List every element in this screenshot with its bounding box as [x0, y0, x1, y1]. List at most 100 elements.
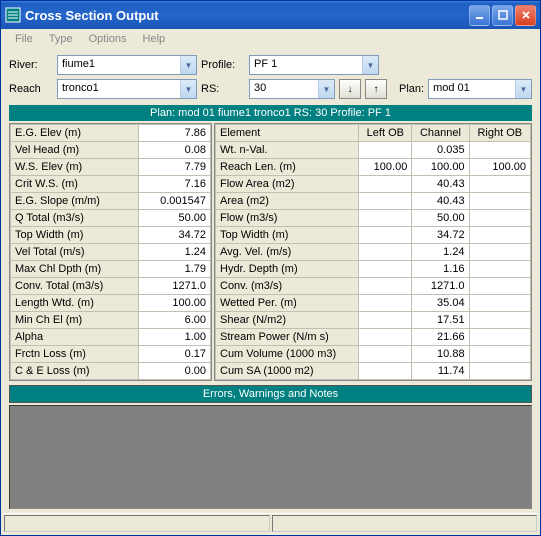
minimize-button[interactable] — [469, 5, 490, 26]
status-cell — [4, 515, 270, 532]
dropdown-arrow-icon: ▼ — [362, 56, 378, 74]
cell-channel: 100.00 — [412, 159, 469, 176]
table-row[interactable]: Shear (N/m2)17.51 — [216, 312, 531, 329]
table-row[interactable]: W.S. Elev (m)7.79 — [11, 159, 211, 176]
row-label: Alpha — [11, 329, 139, 346]
menu-type[interactable]: Type — [41, 31, 81, 47]
table-row[interactable]: Frctn Loss (m)0.17 — [11, 346, 211, 363]
errors-bar: Errors, Warnings and Notes — [9, 385, 532, 403]
row-value: 7.16 — [138, 176, 210, 193]
errors-area[interactable] — [9, 405, 532, 509]
table-row[interactable]: Reach Len. (m)100.00100.00100.00 — [216, 159, 531, 176]
row-label: Q Total (m3/s) — [11, 210, 139, 227]
dropdown-arrow-icon: ▼ — [318, 80, 334, 98]
table-row[interactable]: E.G. Slope (m/m)0.001547 — [11, 193, 211, 210]
cell-channel: 17.51 — [412, 312, 469, 329]
row-label: Avg. Vel. (m/s) — [216, 244, 359, 261]
menu-file[interactable]: File — [7, 31, 41, 47]
table-row[interactable]: Alpha1.00 — [11, 329, 211, 346]
table-row[interactable]: Hydr. Depth (m) 1.16 — [216, 261, 531, 278]
table-header-row: ElementLeft OBChannelRight OB — [216, 125, 531, 142]
river-label: River: — [9, 59, 53, 71]
table-row[interactable]: Length Wtd. (m)100.00 — [11, 295, 211, 312]
row-label: Length Wtd. (m) — [11, 295, 139, 312]
river-value: fiume1 — [58, 56, 180, 74]
maximize-button[interactable] — [492, 5, 513, 26]
cell-rightob — [469, 346, 530, 363]
table-row[interactable]: E.G. Elev (m)7.86 — [11, 125, 211, 142]
cell-channel: 11.74 — [412, 363, 469, 380]
table-row[interactable]: Top Width (m)34.72 — [216, 227, 531, 244]
rs-select[interactable]: 30 ▼ — [249, 79, 335, 99]
plan-select[interactable]: mod 01 ▼ — [428, 79, 532, 99]
row-label: Flow (m3/s) — [216, 210, 359, 227]
row-label: Wt. n-Val. — [216, 142, 359, 159]
rs-up-button[interactable]: ↑ — [365, 79, 387, 99]
table-row[interactable]: Cum Volume (1000 m3)10.88 — [216, 346, 531, 363]
plan-value: mod 01 — [429, 80, 515, 98]
window-title: Cross Section Output — [25, 8, 467, 23]
cell-leftob — [359, 261, 412, 278]
row-label: E.G. Slope (m/m) — [11, 193, 139, 210]
cell-leftob — [359, 329, 412, 346]
close-button[interactable] — [515, 5, 536, 26]
menu-help[interactable]: Help — [135, 31, 174, 47]
row-value: 34.72 — [138, 227, 210, 244]
cell-channel: 21.66 — [412, 329, 469, 346]
table-row[interactable]: Area (m2)40.43 — [216, 193, 531, 210]
cell-leftob — [359, 312, 412, 329]
table-row[interactable]: Stream Power (N/m s) 21.66 — [216, 329, 531, 346]
table-row[interactable]: Wetted Per. (m)35.04 — [216, 295, 531, 312]
table-row[interactable]: Top Width (m)34.72 — [11, 227, 211, 244]
river-select[interactable]: fiume1 ▼ — [57, 55, 197, 75]
row-label: Hydr. Depth (m) — [216, 261, 359, 278]
row-value: 1.79 — [138, 261, 210, 278]
col-channel: Channel — [412, 125, 469, 142]
table-row[interactable]: Max Chl Dpth (m)1.79 — [11, 261, 211, 278]
table-row[interactable]: Crit W.S. (m)7.16 — [11, 176, 211, 193]
table-row[interactable]: Vel Head (m)0.08 — [11, 142, 211, 159]
col-leftob: Left OB — [359, 125, 412, 142]
table-row[interactable]: Flow Area (m2)40.43 — [216, 176, 531, 193]
cell-channel: 34.72 — [412, 227, 469, 244]
reach-select[interactable]: tronco1 ▼ — [57, 79, 197, 99]
cell-channel: 10.88 — [412, 346, 469, 363]
table-row[interactable]: Flow (m3/s) 50.00 — [216, 210, 531, 227]
cell-leftob — [359, 176, 412, 193]
cell-channel: 1.16 — [412, 261, 469, 278]
row-label: Crit W.S. (m) — [11, 176, 139, 193]
summary-table: E.G. Elev (m)7.86Vel Head (m)0.08W.S. El… — [9, 123, 212, 381]
dropdown-arrow-icon: ▼ — [180, 80, 196, 98]
dropdown-arrow-icon: ▼ — [515, 80, 531, 98]
rs-down-button[interactable]: ↓ — [339, 79, 361, 99]
row-value: 7.86 — [138, 125, 210, 142]
row-value: 0.08 — [138, 142, 210, 159]
row-label: Wetted Per. (m) — [216, 295, 359, 312]
status-cell — [272, 515, 538, 532]
row-label: Area (m2) — [216, 193, 359, 210]
table-row[interactable]: Vel Total (m/s)1.24 — [11, 244, 211, 261]
row-label: Vel Head (m) — [11, 142, 139, 159]
row-label: Stream Power (N/m s) — [216, 329, 359, 346]
table-row[interactable]: Wt. n-Val.0.035 — [216, 142, 531, 159]
row-value: 7.79 — [138, 159, 210, 176]
table-row[interactable]: Conv. Total (m3/s)1271.0 — [11, 278, 211, 295]
table-row[interactable]: Avg. Vel. (m/s)1.24 — [216, 244, 531, 261]
col-rightob: Right OB — [469, 125, 530, 142]
row-value: 1271.0 — [138, 278, 210, 295]
row-label: E.G. Elev (m) — [11, 125, 139, 142]
table-row[interactable]: Q Total (m3/s)50.00 — [11, 210, 211, 227]
menu-options[interactable]: Options — [81, 31, 135, 47]
cell-channel: 50.00 — [412, 210, 469, 227]
table-row[interactable]: Conv. (m3/s)1271.0 — [216, 278, 531, 295]
col-element: Element — [216, 125, 359, 142]
menu-bar: File Type Options Help — [1, 29, 540, 49]
table-row[interactable]: C & E Loss (m)0.00 — [11, 363, 211, 380]
table-row[interactable]: Cum SA (1000 m2)11.74 — [216, 363, 531, 380]
profile-label: Profile: — [201, 59, 245, 71]
profile-select[interactable]: PF 1 ▼ — [249, 55, 379, 75]
table-row[interactable]: Min Ch El (m)6.00 — [11, 312, 211, 329]
cell-leftob — [359, 227, 412, 244]
row-label: Frctn Loss (m) — [11, 346, 139, 363]
row-label: Flow Area (m2) — [216, 176, 359, 193]
